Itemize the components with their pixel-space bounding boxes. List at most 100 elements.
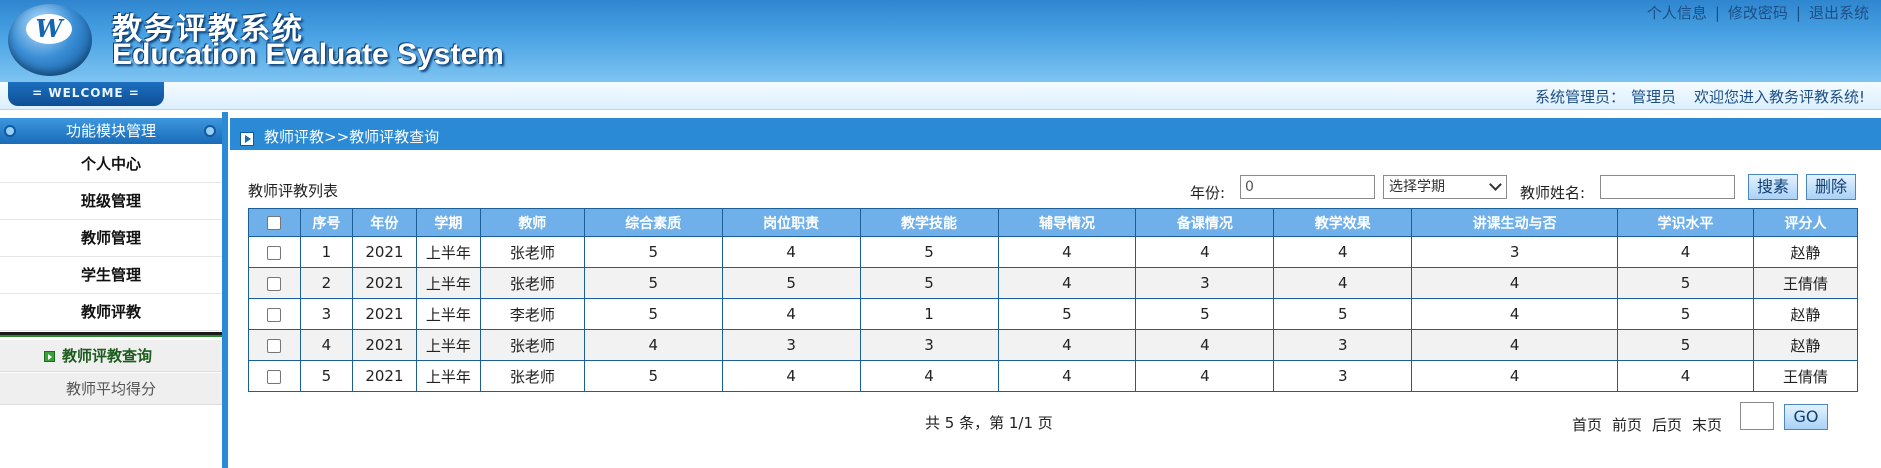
table-cell: 李老师 bbox=[479, 298, 585, 330]
table-cell: 4 bbox=[1411, 298, 1619, 330]
table-row: 2 2021 上半年 张老师 5 5 5 4 3 4 4 5 王倩倩 bbox=[248, 267, 1859, 299]
table-cell: 2021 bbox=[351, 236, 417, 268]
sidebar-subitem-average-score[interactable]: 教师平均得分 bbox=[0, 373, 222, 405]
term-select[interactable]: 选择学期 bbox=[1383, 175, 1507, 199]
table-cell: 4 bbox=[721, 236, 861, 268]
table-cell: 4 bbox=[299, 329, 353, 361]
row-checkbox[interactable] bbox=[267, 307, 282, 322]
table-cell: 2 bbox=[299, 267, 353, 299]
menu-divider bbox=[0, 332, 222, 337]
table-row: 4 2021 上半年 张老师 4 3 3 4 4 3 4 5 赵静 bbox=[248, 329, 1859, 361]
row-checkbox[interactable] bbox=[267, 338, 282, 353]
sidebar-item-teacher-management[interactable]: 教师管理 bbox=[0, 220, 222, 257]
column-header: 教学技能 bbox=[859, 208, 999, 237]
table-row: 1 2021 上半年 张老师 5 4 5 4 4 4 3 4 赵静 bbox=[248, 236, 1859, 268]
column-header: 讲课生动与否 bbox=[1411, 208, 1619, 237]
table-cell: 3 bbox=[299, 298, 353, 330]
table-cell: 3 bbox=[1273, 329, 1413, 361]
table-cell: 5 bbox=[859, 267, 999, 299]
sidebar-item-personal-center[interactable]: 个人中心 bbox=[0, 146, 222, 183]
sidebar-subitem-label: 教师评教查询 bbox=[62, 347, 153, 365]
sidebar-subitem-evaluation-query[interactable]: 教师评教查询 bbox=[0, 340, 222, 372]
logo-letter: W bbox=[26, 14, 72, 44]
table-cell: 5 bbox=[1273, 298, 1413, 330]
table-cell: 张老师 bbox=[479, 267, 585, 299]
table-cell: 4 bbox=[1411, 360, 1619, 392]
table-cell: 4 bbox=[1273, 236, 1413, 268]
table-cell: 4 bbox=[1411, 267, 1619, 299]
list-title: 教师评教列表 bbox=[248, 182, 339, 200]
table-cell: 4 bbox=[721, 298, 861, 330]
select-all-cell[interactable] bbox=[248, 208, 301, 237]
term-select-value: 选择学期 bbox=[1389, 179, 1445, 195]
table-cell: 4 bbox=[721, 360, 861, 392]
table-cell: 3 bbox=[1273, 360, 1413, 392]
table-cell: 4 bbox=[1273, 267, 1413, 299]
welcome-tab: = WELCOME = bbox=[8, 82, 164, 106]
welcome-info: 系统管理员： 管理员 欢迎您进入教务评教系统! bbox=[1529, 86, 1865, 107]
table-row: 5 2021 上半年 张老师 5 4 4 4 4 3 4 4 王倩倩 bbox=[248, 360, 1859, 392]
table-cell: 5 bbox=[859, 236, 999, 268]
table-cell: 5 bbox=[1617, 298, 1754, 330]
pager-info: 共 5 条，第 1/1 页 bbox=[925, 414, 1053, 432]
table-cell: 上半年 bbox=[415, 267, 481, 299]
table-cell: 4 bbox=[997, 267, 1137, 299]
table-cell: 5 bbox=[583, 360, 723, 392]
evaluation-table: 序号 年份 学期 教师 综合素质 岗位职责 教学技能 辅导情况 备课情况 教学效… bbox=[248, 208, 1859, 392]
row-select-cell[interactable] bbox=[248, 298, 301, 330]
logout-link[interactable]: 退出系统 bbox=[1809, 4, 1869, 22]
page-number-input[interactable] bbox=[1740, 402, 1774, 430]
first-page-link[interactable]: 首页 bbox=[1572, 416, 1602, 434]
table-cell: 2021 bbox=[351, 329, 417, 361]
table-cell: 3 bbox=[859, 329, 999, 361]
table-cell: 4 bbox=[1135, 329, 1275, 361]
table-cell: 4 bbox=[997, 360, 1137, 392]
table-cell: 5 bbox=[1617, 267, 1754, 299]
year-input[interactable] bbox=[1240, 175, 1375, 199]
sidebar-item-class-management[interactable]: 班级管理 bbox=[0, 183, 222, 220]
table-cell: 3 bbox=[1411, 236, 1619, 268]
row-select-cell[interactable] bbox=[248, 360, 301, 392]
delete-button[interactable]: 删除 bbox=[1806, 174, 1856, 200]
teacher-name-input[interactable] bbox=[1600, 175, 1735, 199]
row-select-cell[interactable] bbox=[248, 267, 301, 299]
personal-info-link[interactable]: 个人信息 bbox=[1647, 4, 1707, 22]
table-header-row: 序号 年份 学期 教师 综合素质 岗位职责 教学技能 辅导情况 备课情况 教学效… bbox=[248, 208, 1859, 237]
table-cell: 赵静 bbox=[1752, 329, 1859, 361]
sidebar-item-teacher-evaluation[interactable]: 教师评教 bbox=[0, 294, 222, 331]
select-all-checkbox[interactable] bbox=[267, 215, 282, 230]
welcome-bar: = WELCOME = 系统管理员： 管理员 欢迎您进入教务评教系统! bbox=[0, 82, 1881, 110]
table-cell: 张老师 bbox=[479, 329, 585, 361]
year-label: 年份: bbox=[1190, 184, 1226, 202]
row-checkbox[interactable] bbox=[267, 369, 282, 384]
search-button[interactable]: 搜素 bbox=[1748, 174, 1798, 200]
table-cell: 3 bbox=[1135, 267, 1275, 299]
row-select-cell[interactable] bbox=[248, 236, 301, 268]
column-header: 教师 bbox=[479, 208, 585, 237]
table-cell: 5 bbox=[721, 267, 861, 299]
change-password-link[interactable]: 修改密码 bbox=[1728, 4, 1788, 22]
go-button[interactable]: GO bbox=[1784, 404, 1828, 430]
circle-icon bbox=[4, 125, 16, 137]
table-cell: 2021 bbox=[351, 298, 417, 330]
prev-page-link[interactable]: 前页 bbox=[1612, 416, 1642, 434]
app-header: W 教务评教系统 Education Evaluate System 个人信息 |… bbox=[0, 0, 1881, 82]
sidebar-item-student-management[interactable]: 学生管理 bbox=[0, 257, 222, 294]
teacher-name-label: 教师姓名: bbox=[1520, 184, 1586, 202]
table-cell: 4 bbox=[1617, 236, 1754, 268]
row-checkbox[interactable] bbox=[267, 276, 282, 291]
welcome-message: 欢迎您进入教务评教系统! bbox=[1693, 88, 1865, 106]
table-cell: 赵静 bbox=[1752, 236, 1859, 268]
chevron-down-icon bbox=[1489, 178, 1502, 191]
role-label: 系统管理员： bbox=[1534, 88, 1625, 106]
row-select-cell[interactable] bbox=[248, 329, 301, 361]
pager-links: 首页 前页 后页 末页 bbox=[1572, 414, 1732, 435]
column-header: 年份 bbox=[351, 208, 417, 237]
last-page-link[interactable]: 末页 bbox=[1692, 416, 1722, 434]
arrow-right-icon bbox=[44, 351, 55, 362]
row-checkbox[interactable] bbox=[267, 245, 282, 260]
table-cell: 张老师 bbox=[479, 236, 585, 268]
column-header: 辅导情况 bbox=[997, 208, 1137, 237]
app-title-en: Education Evaluate System bbox=[112, 38, 504, 71]
next-page-link[interactable]: 后页 bbox=[1652, 416, 1682, 434]
